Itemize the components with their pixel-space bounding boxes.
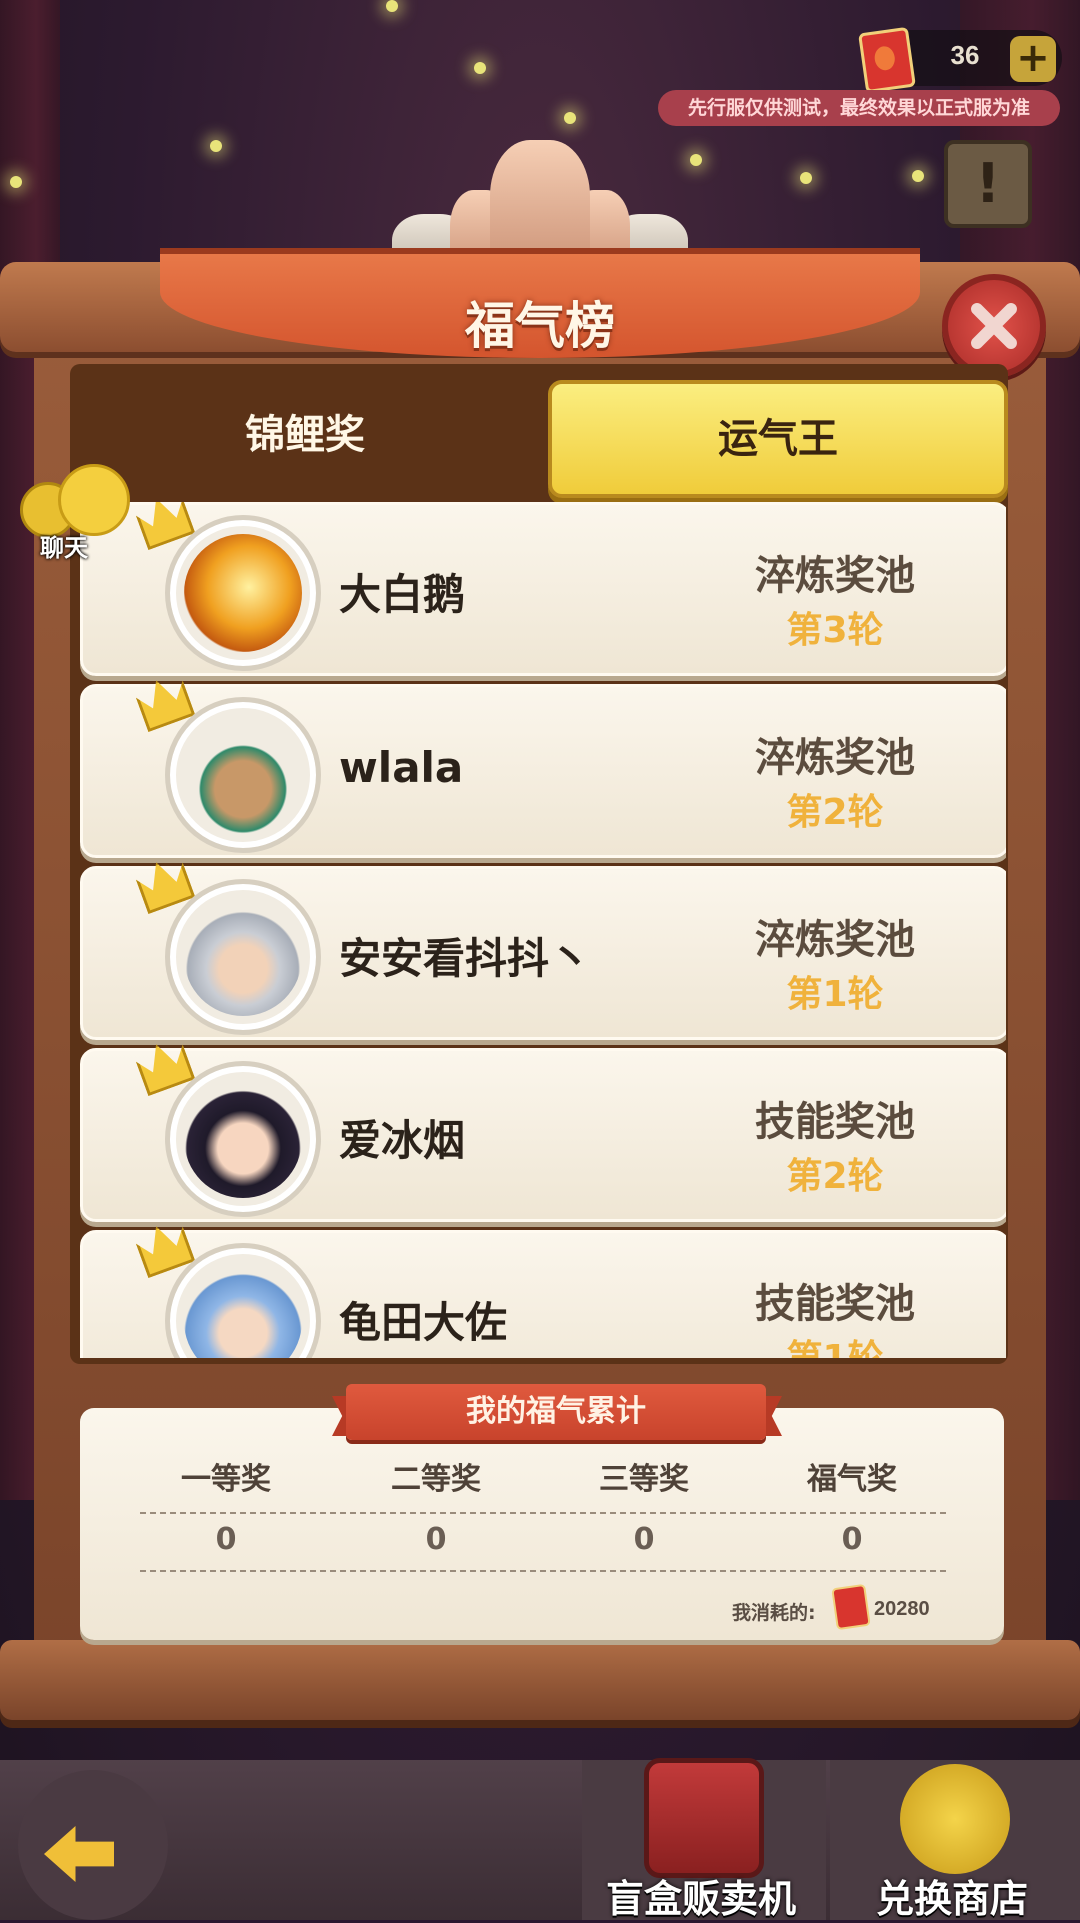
string-light (474, 62, 486, 74)
player-name: wlala (339, 743, 464, 792)
leaderboard-row[interactable]: wlala 淬炼奖池 第2轮 (80, 684, 1006, 858)
pool-name: 淬炼奖池 (755, 735, 915, 781)
currency-count: 36 (950, 40, 980, 70)
prize-value-luck: 0 (841, 1522, 863, 1557)
exchange-shop-icon (900, 1764, 1010, 1874)
test-server-notice: 先行服仅供测试，最终效果以正式服为准 (658, 90, 1060, 126)
blind-box-icon (644, 1758, 764, 1878)
prize-value-first: 0 (215, 1522, 237, 1557)
player-name: 爱冰烟 (339, 1116, 466, 1165)
string-light (912, 170, 924, 182)
close-button[interactable] (942, 274, 1046, 378)
chat-button[interactable]: 聊天 (18, 464, 130, 562)
string-light (210, 140, 222, 152)
round-label: 第3轮 (786, 610, 884, 651)
add-currency-button[interactable]: + (1010, 36, 1056, 82)
pool-name: 淬炼奖池 (755, 917, 915, 963)
leaderboard-row[interactable]: 爱冰烟 技能奖池 第2轮 (80, 1048, 1006, 1222)
chat-face-icon (58, 464, 130, 536)
player-name: 安安看抖抖丶 (339, 934, 592, 983)
leaderboard-row[interactable]: 安安看抖抖丶 淬炼奖池 第1轮 (80, 866, 1006, 1040)
ticket-icon (831, 1583, 871, 1631)
prize-label-second: 二等奖 (391, 1462, 481, 1497)
divider (140, 1512, 946, 1514)
string-light (564, 112, 576, 124)
pool-name: 淬炼奖池 (755, 553, 915, 599)
leaderboard-row[interactable]: 龟田大佐 技能奖池 第1轮 (80, 1230, 1006, 1358)
blind-box-label: 盲盒贩卖机 (606, 1877, 797, 1921)
leaderboard-list[interactable]: 大白鹅 淬炼奖池 第3轮 wlala 淬炼奖池 第2轮 安安看抖抖丶 淬炼奖池 … (78, 502, 1006, 1358)
tab-koi-prize[interactable]: 锦鲤奖 (80, 380, 530, 490)
string-light (10, 176, 22, 188)
leaderboard-row[interactable]: 大白鹅 淬炼奖池 第3轮 (80, 502, 1006, 676)
prize-label-luck: 福气奖 (807, 1462, 897, 1497)
panel-frame-bottom (0, 1640, 1080, 1720)
round-label: 第1轮 (725, 1329, 945, 1358)
spent-value: 20280 (874, 1598, 930, 1620)
pool-name: 技能奖池 (755, 1281, 915, 1327)
panel-title: 福气榜 (465, 297, 615, 355)
ticket-icon (858, 26, 916, 94)
string-light (690, 154, 702, 166)
notice-board-button[interactable]: ! (944, 140, 1032, 228)
player-name: 大白鹅 (339, 570, 466, 619)
pool-name: 技能奖池 (755, 1099, 915, 1145)
divider (140, 1570, 946, 1572)
avatar[interactable] (165, 515, 321, 671)
round-label: 第2轮 (786, 792, 884, 833)
exchange-shop-label: 兑换商店 (876, 1877, 1029, 1921)
avatar[interactable] (165, 697, 321, 853)
round-label: 第1轮 (786, 974, 884, 1015)
spent-label: 我消耗的: (732, 1602, 816, 1624)
avatar[interactable] (165, 879, 321, 1035)
round-label: 第2轮 (786, 1156, 884, 1197)
chat-label: 聊天 (40, 534, 88, 562)
string-light (800, 172, 812, 184)
player-name: 龟田大佐 (339, 1298, 508, 1347)
prize-label-third: 三等奖 (599, 1462, 689, 1497)
prize-label-first: 一等奖 (181, 1462, 271, 1497)
string-light (386, 0, 398, 12)
prize-value-third: 0 (633, 1522, 655, 1557)
tab-luck-king[interactable]: 运气王 (548, 380, 1008, 498)
summary-title: 我的福气累计 (346, 1384, 766, 1440)
prize-value-second: 0 (425, 1522, 447, 1557)
avatar[interactable] (165, 1061, 321, 1217)
